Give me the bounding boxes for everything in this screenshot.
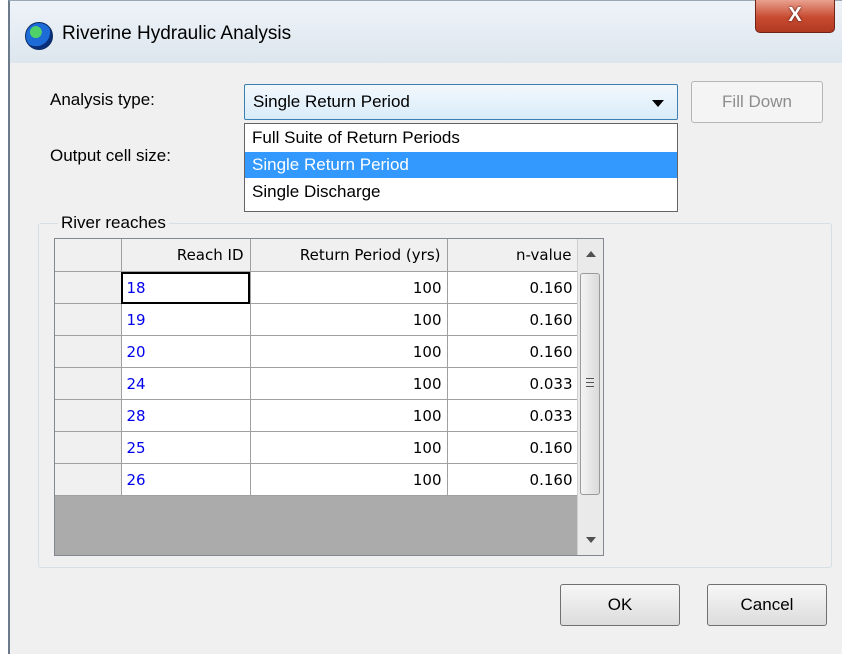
- row-header[interactable]: [55, 303, 122, 336]
- return-period-cell[interactable]: 100: [250, 271, 448, 304]
- column-header-n-value[interactable]: n-value: [447, 239, 579, 272]
- river-reaches-label: River reaches: [58, 213, 169, 233]
- n-value-cell[interactable]: 0.160: [447, 335, 579, 368]
- analysis-type-dropdown-list[interactable]: Full Suite of Return Periods Single Retur…: [244, 123, 678, 212]
- row-header[interactable]: [55, 271, 122, 304]
- row-header[interactable]: [55, 367, 122, 400]
- reach-id-cell[interactable]: 28: [121, 399, 251, 432]
- row-header[interactable]: [55, 463, 122, 496]
- table-row[interactable]: 20 100 0.160: [55, 335, 579, 368]
- n-value-cell[interactable]: 0.160: [447, 303, 579, 336]
- analysis-type-label: Analysis type:: [50, 90, 155, 109]
- cancel-button[interactable]: Cancel: [707, 584, 827, 626]
- reach-id-cell[interactable]: 25: [121, 431, 251, 464]
- scrollbar-thumb[interactable]: [580, 273, 600, 495]
- analysis-type-value: Single Return Period: [253, 92, 410, 111]
- scroll-down-arrow-icon[interactable]: [578, 525, 603, 555]
- ok-button[interactable]: OK: [560, 584, 680, 626]
- reach-id-cell[interactable]: 19: [121, 303, 251, 336]
- dropdown-option[interactable]: Full Suite of Return Periods: [245, 125, 677, 151]
- dialog-window: Riverine Hydraulic Analysis X Analysis t…: [8, 0, 842, 654]
- window-title: Riverine Hydraulic Analysis: [62, 23, 292, 44]
- n-value-cell[interactable]: 0.160: [447, 271, 579, 304]
- return-period-cell[interactable]: 100: [250, 367, 448, 400]
- dropdown-option[interactable]: Single Return Period: [245, 152, 677, 178]
- table-row[interactable]: 26 100 0.160: [55, 463, 579, 496]
- vertical-scrollbar[interactable]: [577, 239, 603, 555]
- n-value-cell[interactable]: 0.160: [447, 463, 579, 496]
- scroll-up-arrow-icon[interactable]: [578, 239, 603, 269]
- return-period-cell[interactable]: 100: [250, 399, 448, 432]
- fill-down-button[interactable]: Fill Down: [691, 81, 823, 123]
- reach-id-cell[interactable]: 24: [121, 367, 251, 400]
- table-row[interactable]: 19 100 0.160: [55, 303, 579, 336]
- reach-id-cell[interactable]: 20: [121, 335, 251, 368]
- n-value-cell[interactable]: 0.033: [447, 399, 579, 432]
- row-header-corner: [55, 239, 122, 272]
- row-header[interactable]: [55, 399, 122, 432]
- dropdown-option[interactable]: Single Discharge: [245, 179, 677, 205]
- analysis-type-select[interactable]: Single Return Period: [244, 84, 678, 120]
- return-period-cell[interactable]: 100: [250, 463, 448, 496]
- column-header-return-period[interactable]: Return Period (yrs): [250, 239, 448, 272]
- reach-id-cell[interactable]: 26: [121, 463, 251, 496]
- title-bar[interactable]: Riverine Hydraulic Analysis X: [10, 0, 842, 63]
- reaches-grid: Reach ID Return Period (yrs) n-value 18 1…: [55, 239, 579, 496]
- chevron-down-icon[interactable]: [652, 100, 664, 107]
- return-period-cell[interactable]: 100: [250, 431, 448, 464]
- table-row[interactable]: 28 100 0.033: [55, 399, 579, 432]
- row-header[interactable]: [55, 335, 122, 368]
- reaches-table[interactable]: Reach ID Return Period (yrs) n-value 18 1…: [54, 238, 604, 556]
- table-row[interactable]: 18 100 0.160: [55, 271, 579, 304]
- n-value-cell[interactable]: 0.033: [447, 367, 579, 400]
- table-row[interactable]: 25 100 0.160: [55, 431, 579, 464]
- n-value-cell[interactable]: 0.160: [447, 431, 579, 464]
- column-header-reach-id[interactable]: Reach ID: [121, 239, 251, 272]
- table-header-row: Reach ID Return Period (yrs) n-value: [55, 239, 579, 272]
- reach-id-cell[interactable]: 18: [121, 271, 251, 304]
- return-period-cell[interactable]: 100: [250, 335, 448, 368]
- output-cell-size-label: Output cell size:: [50, 146, 171, 165]
- row-header[interactable]: [55, 431, 122, 464]
- globe-icon: [25, 22, 53, 50]
- table-row[interactable]: 24 100 0.033: [55, 367, 579, 400]
- grip-icon: [586, 378, 594, 379]
- close-button[interactable]: X: [755, 0, 835, 33]
- return-period-cell[interactable]: 100: [250, 303, 448, 336]
